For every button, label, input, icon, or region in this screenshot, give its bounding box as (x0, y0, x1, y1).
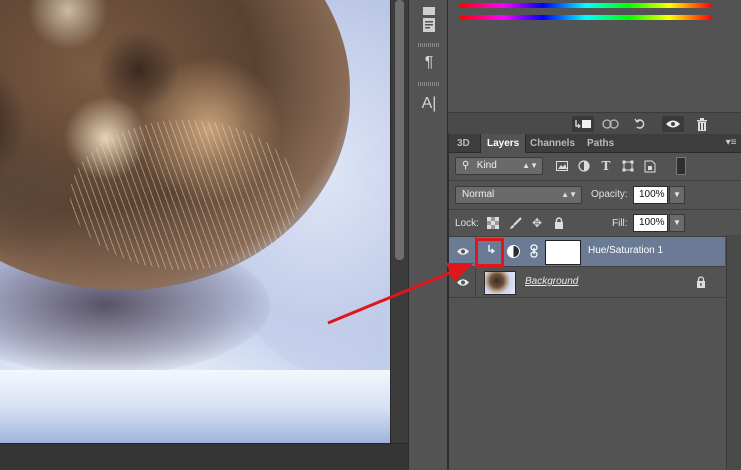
link-icon[interactable] (529, 244, 539, 260)
blend-row: Normal ▲▼ Opacity: 100% ▼ (449, 183, 741, 207)
notes-icon[interactable] (418, 14, 440, 36)
delete-icon[interactable] (691, 116, 713, 132)
document-canvas[interactable] (0, 0, 390, 443)
tab-layers[interactable]: Layers (480, 134, 527, 153)
filter-type-icon[interactable]: T (597, 157, 615, 175)
panel-footer-toolbar (448, 112, 741, 134)
layers-scrollbar[interactable] (726, 235, 741, 470)
visibility-icon[interactable] (662, 116, 684, 132)
divider (449, 180, 741, 181)
layer-list: Hue/Saturation 1 Background (449, 237, 726, 470)
filter-kind-select[interactable]: ⚲ Kind ▲▼ (455, 157, 543, 175)
panel-grip[interactable] (418, 43, 440, 47)
lock-row: Lock: ✥ Fill: 100% ▼ (449, 211, 741, 235)
photo-ground (0, 370, 390, 443)
divider (449, 209, 741, 210)
lock-image-brush-icon[interactable] (506, 214, 524, 232)
panel-menu-icon[interactable]: ▾≡ (724, 137, 738, 149)
eye-icon[interactable] (455, 245, 471, 259)
panel-tab-bar: 3D Layers Channels Paths ▾≡ (449, 134, 741, 153)
layer-mask-thumbnail[interactable] (545, 240, 581, 265)
filter-pixel-icon[interactable] (553, 157, 571, 175)
highlight-box (475, 238, 504, 267)
opacity-field[interactable]: 100% (633, 186, 668, 204)
document-status-bar (0, 443, 408, 470)
lock-all-icon[interactable] (550, 214, 568, 232)
lock-transparent-icon[interactable] (484, 214, 502, 232)
layer-thumbnail[interactable] (484, 271, 516, 295)
filter-kind-label: Kind (476, 160, 497, 171)
character-icon[interactable]: A| (418, 93, 440, 115)
filter-row: ⚲ Kind ▲▼ T (449, 154, 741, 178)
reset-icon[interactable] (630, 116, 652, 132)
opacity-dropdown-icon[interactable]: ▼ (669, 186, 685, 204)
tab-paths[interactable]: Paths (581, 134, 620, 153)
adjustment-layer-icon (507, 245, 520, 258)
updown-arrow-icon: ▲▼ (561, 190, 577, 199)
layer-name[interactable]: Background (525, 276, 578, 287)
layer-row-background[interactable]: Background (449, 268, 725, 298)
paragraph-icon[interactable]: ¶ (418, 52, 440, 74)
color-spectrum-bar[interactable] (460, 3, 712, 8)
tab-channels[interactable]: Channels (524, 134, 581, 153)
opacity-label: Opacity: (591, 189, 628, 200)
filter-adjustment-icon[interactable] (575, 157, 593, 175)
filter-shape-icon[interactable] (619, 157, 637, 175)
lock-label: Lock: (455, 218, 479, 229)
layers-panel: 3D Layers Channels Paths ▾≡ ⚲ Kind ▲▼ T … (448, 134, 741, 470)
search-icon: ⚲ (462, 160, 470, 171)
eye-icon[interactable] (455, 276, 471, 290)
document-vertical-scrollbar[interactable] (390, 0, 408, 443)
lock-position-move-icon[interactable]: ✥ (528, 214, 546, 232)
view-previous-state-icon[interactable] (600, 116, 622, 132)
fill-dropdown-icon[interactable]: ▼ (669, 214, 685, 232)
filter-toggle[interactable] (676, 157, 686, 175)
layer-name[interactable]: Hue/Saturation 1 (588, 245, 663, 256)
divider (475, 268, 476, 298)
fill-label: Fill: (612, 218, 628, 229)
photo-fuzz (70, 120, 300, 270)
updown-arrow-icon: ▲▼ (522, 161, 538, 170)
color-spectrum-bar[interactable] (460, 15, 712, 20)
tab-3d[interactable]: 3D (451, 134, 476, 153)
swatches-panel (448, 0, 741, 134)
collapsed-panel-strip: ¶ A| (408, 0, 448, 470)
lock-icon (695, 276, 707, 290)
blend-mode-value: Normal (462, 189, 495, 200)
fill-field[interactable]: 100% (633, 214, 668, 232)
filter-smart-object-icon[interactable] (641, 157, 659, 175)
scrollbar-thumb[interactable] (395, 0, 404, 260)
blend-mode-select[interactable]: Normal ▲▼ (455, 186, 582, 204)
panel-grip[interactable] (418, 82, 440, 86)
clip-to-layer-icon[interactable] (572, 116, 594, 132)
